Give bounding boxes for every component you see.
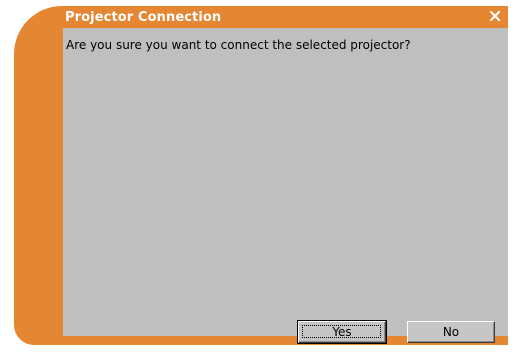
yes-button[interactable]: Yes <box>297 320 387 344</box>
dialog-body: Are you sure you want to connect the sel… <box>63 28 508 344</box>
close-icon <box>490 11 500 21</box>
confirmation-message: Are you sure you want to connect the sel… <box>66 38 411 52</box>
dialog-title: Projector Connection <box>65 10 222 25</box>
close-button[interactable] <box>488 9 502 23</box>
projector-connection-dialog: Projector Connection Are you sure you wa… <box>0 0 518 353</box>
no-button[interactable]: No <box>407 321 495 343</box>
yes-button-label: Yes <box>332 325 352 339</box>
no-button-label: No <box>442 325 460 339</box>
title-bar[interactable]: Projector Connection <box>14 6 508 28</box>
